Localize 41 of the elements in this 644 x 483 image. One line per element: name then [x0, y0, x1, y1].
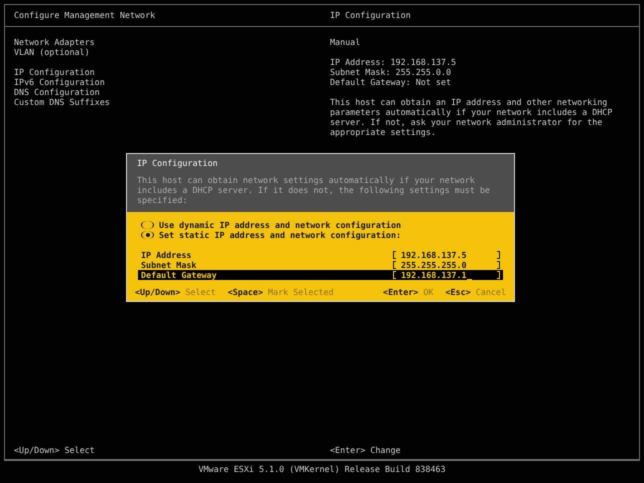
- key-action: Select: [64, 445, 95, 455]
- key-hint: <Enter>: [330, 445, 366, 455]
- key-hint: <Esc>: [445, 287, 471, 297]
- key-hint: <Up/Down>: [135, 287, 180, 297]
- footer-text: VMware ESXi 5.1.0 (VMKernel) Release Build 838463: [198, 464, 446, 474]
- menu-item[interactable]: VLAN (optional): [14, 47, 330, 57]
- option-label: Use dynamic IP address and network configuration: [159, 220, 402, 230]
- radio-button[interactable]: [141, 231, 154, 239]
- menu-item[interactable]: Custom DNS Suffixes: [14, 97, 330, 107]
- detail-text: Default Gateway: Not set: [330, 77, 452, 87]
- dialog-description: This host can obtain network settings automatically if your network includes a DHCP server. If it does not, the following settings must be specified:: [137, 175, 491, 205]
- mode-text: Manual: [330, 37, 362, 47]
- input-field[interactable]: 192.168.137.5: [393, 250, 500, 260]
- input-field[interactable]: 192.168.137.1: [393, 270, 500, 280]
- input-field[interactable]: 255.255.255.0: [393, 260, 500, 270]
- key-hint: <Up/Down>: [14, 445, 60, 455]
- dialog-title: IP Configuration: [137, 158, 219, 168]
- key-action: Select: [185, 287, 216, 297]
- key-action: Cancel: [476, 287, 506, 297]
- key-action: OK: [423, 287, 434, 297]
- panel-title: IP Configuration: [330, 9, 412, 22]
- menu-item[interactable]: Network Adapters: [14, 37, 330, 47]
- field-label: Default Gateway: [141, 270, 217, 280]
- radio-button[interactable]: [141, 221, 154, 229]
- field-row[interactable]: IP Address 192.168.137.5: [138, 250, 503, 260]
- description-text: This host can obtain an IP address and other networking parameters automatically if your network includes a DHCP server. If not, ask your network administrator for the appropriate settings.: [330, 97, 614, 137]
- detail-text: IP Address: 192.168.137.5: [330, 57, 458, 67]
- detail-text: Subnet Mask: 255.255.0.0: [330, 67, 452, 77]
- field-row[interactable]: Subnet Mask 255.255.255.0: [138, 260, 503, 270]
- menu-item[interactable]: IP Configuration: [14, 67, 330, 77]
- field-label: Subnet Mask: [141, 260, 196, 270]
- key-action: Mark Selected: [268, 287, 334, 297]
- key-hint: <Enter>: [383, 287, 418, 297]
- field-row[interactable]: Default Gateway 192.168.137.1: [138, 270, 503, 280]
- menu-item[interactable]: DNS Configuration: [14, 87, 330, 97]
- key-action: Change: [370, 445, 401, 455]
- panel-title: Configure Management Network: [14, 9, 156, 22]
- option-label: Set static IP address and network configuration:: [159, 230, 402, 240]
- key-hint: <Space>: [228, 287, 263, 297]
- menu-item[interactable]: IPv6 Configuration: [14, 77, 330, 87]
- field-label: IP Address: [141, 250, 192, 260]
